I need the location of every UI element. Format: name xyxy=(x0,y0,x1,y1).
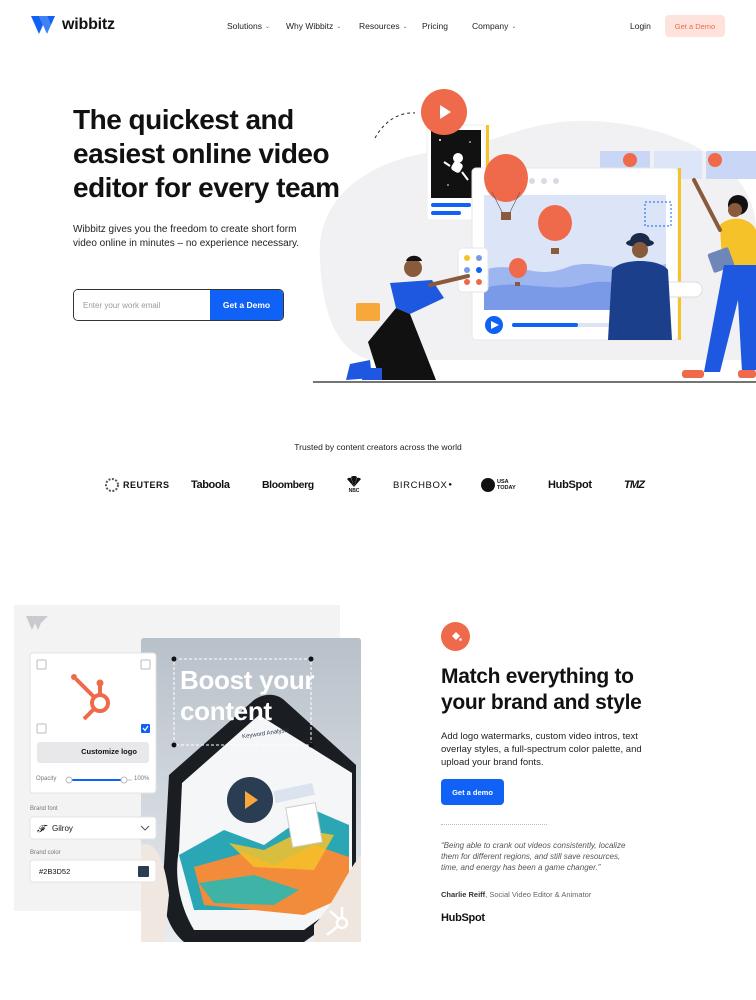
chevron-down-icon: ⌄ xyxy=(511,23,517,30)
brand-font-label: Brand font xyxy=(30,806,58,812)
trusted-caption: Trusted by content creators across the w… xyxy=(294,442,462,452)
brand-color-label: Brand color xyxy=(30,850,61,856)
hero-subtitle: Wibbitz gives you the freedom to create … xyxy=(73,224,300,249)
hero-email-form: Get a Demo xyxy=(73,289,284,321)
feature-title: Match everything to your brand and style xyxy=(441,665,642,714)
logo-card xyxy=(29,652,157,794)
nav-item-solutions[interactable]: Solutions ⌄ xyxy=(227,21,286,31)
hero-illustration: I xyxy=(313,89,756,383)
nav-menu: Solutions ⌄ Why Wibbitz ⌄ Resources ⌄ Prici… xyxy=(227,21,516,31)
brand-logo-birchbox: BIRCHBOX ● xyxy=(393,479,453,491)
chevron-down-icon: ⌄ xyxy=(264,23,270,30)
color-value: #2B3D52 xyxy=(39,867,71,876)
brand-logo-bloomberg: Bloomberg xyxy=(262,479,314,491)
nav-item-why-wibbitz[interactable]: Why Wibbitz ⌄ xyxy=(286,21,359,31)
font-value: Gilroy xyxy=(52,824,73,833)
testimonial-author: Charlie Reiff, Social Video Editor & Ani… xyxy=(441,890,591,899)
brand-customization-illustration: 𝓕 Boost your content Keyword Analysis Cu… xyxy=(14,605,364,945)
opacity-slider-handle[interactable] xyxy=(65,776,73,784)
top-navigation: wibbitz Solutions ⌄ Why Wibbitz ⌄ Resource… xyxy=(0,0,756,54)
paint-bucket-icon xyxy=(451,631,462,641)
paint-bucket-badge xyxy=(441,622,470,651)
nav-item-company[interactable]: Company ⌄ xyxy=(472,21,516,31)
reuters-icon xyxy=(105,478,119,492)
email-input[interactable] xyxy=(74,290,210,320)
testimonial-quote: “Being able to crank out videos consiste… xyxy=(441,841,626,872)
dashed-arc xyxy=(374,112,416,139)
get-demo-feature-button[interactable]: Get a demo xyxy=(441,779,504,805)
brand-font-select[interactable] xyxy=(29,816,157,840)
logo-text: wibbitz xyxy=(62,16,115,33)
brand-logo-taboola: Taboola xyxy=(191,479,230,491)
play-bubble xyxy=(421,89,467,135)
brand-logo-hubspot: HubSpot xyxy=(548,479,592,491)
usa-today-dot-icon xyxy=(481,478,495,492)
customize-logo-label: Customize logo xyxy=(81,747,137,756)
get-demo-nav-button[interactable]: Get a Demo xyxy=(665,15,725,37)
author-name: Charlie Reiff xyxy=(441,890,486,899)
player-progress xyxy=(512,323,578,327)
feature-description: Add logo watermarks, custom video intros… xyxy=(441,731,642,768)
brand-logo-nbc: NBC xyxy=(345,473,363,497)
color-palette-card xyxy=(457,247,489,293)
testimonial-brand-logo: HubSpot xyxy=(441,912,485,924)
wibbitz-logo-icon xyxy=(31,16,55,34)
customer-logos: REUTERS Taboola Bloomberg NBC BIRCHBOX ● … xyxy=(0,473,756,497)
nav-item-pricing[interactable]: Pricing xyxy=(422,21,472,31)
brand-logo-reuters: REUTERS xyxy=(105,473,170,497)
brand-logo-tmz: TMZ xyxy=(624,479,645,491)
overlay-headline: Boost your content xyxy=(180,665,315,726)
opacity-label: Opacity xyxy=(36,776,57,782)
chevron-down-icon: ⌄ xyxy=(336,23,342,30)
color-swatch[interactable] xyxy=(138,866,149,877)
brand-logo-usa-today: USA TODAY xyxy=(481,473,521,497)
author-role: , Social Video Editor & Animator xyxy=(485,890,592,899)
wibbitz-logo[interactable]: wibbitz xyxy=(31,16,115,34)
opacity-slider-handle[interactable] xyxy=(120,776,128,784)
dotted-divider xyxy=(441,824,547,825)
nav-item-resources[interactable]: Resources ⌄ xyxy=(359,21,422,31)
corner-checkbox-checked[interactable] xyxy=(141,724,150,733)
opacity-value: 100% xyxy=(134,776,150,782)
get-demo-hero-button[interactable]: Get a Demo xyxy=(210,290,283,320)
nbc-peacock-icon xyxy=(347,476,361,487)
login-link[interactable]: Login xyxy=(630,21,651,31)
chevron-down-icon: ⌄ xyxy=(402,23,408,30)
